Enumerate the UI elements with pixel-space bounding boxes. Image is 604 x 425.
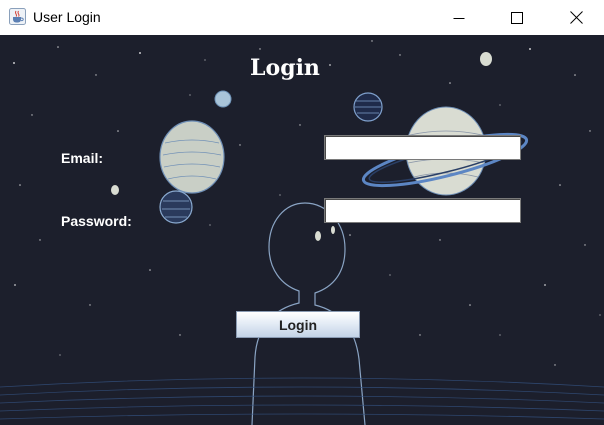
maximize-button[interactable]	[494, 0, 540, 35]
minimize-button[interactable]	[436, 0, 482, 35]
close-button[interactable]	[553, 0, 599, 35]
maximize-icon	[511, 11, 523, 24]
password-label: Password:	[61, 213, 132, 229]
login-heading: Login	[250, 55, 320, 81]
login-button[interactable]: Login	[236, 311, 360, 338]
title-bar[interactable]: User Login	[0, 0, 604, 35]
login-window: User Login Login Email: Password: Login	[0, 0, 604, 425]
login-panel: Login Email: Password: Login	[0, 35, 604, 425]
space-background-image	[0, 35, 604, 425]
password-field[interactable]	[324, 198, 521, 223]
java-cup-icon	[9, 8, 26, 25]
minimize-icon	[453, 17, 465, 19]
email-label: Email:	[61, 150, 104, 166]
window-title: User Login	[33, 9, 101, 25]
close-icon	[569, 11, 583, 24]
email-field[interactable]	[324, 135, 521, 160]
